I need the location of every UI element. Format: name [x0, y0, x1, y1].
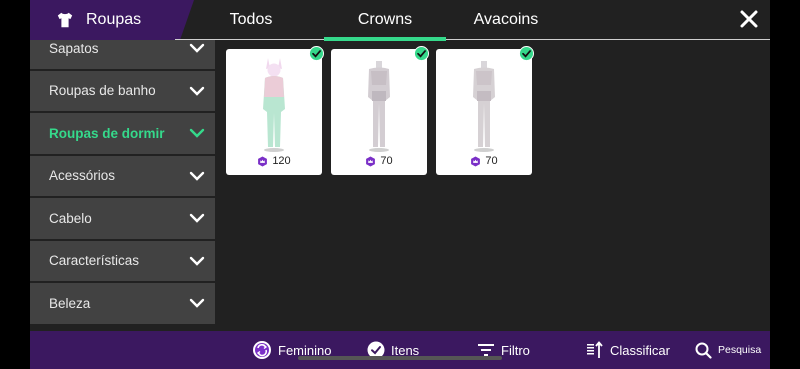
sidebar-item-label: Roupas de dormir — [49, 125, 165, 141]
category-title: Roupas — [86, 11, 142, 28]
sort-icon — [587, 341, 603, 358]
bottom-toolbar: Feminino Itens Filtro Classificar Pesqui… — [30, 331, 770, 369]
sidebar-item-acessorios[interactable]: Acessórios — [30, 155, 215, 196]
sidebar-item-label: Sapatos — [49, 40, 99, 56]
chevron-down-icon — [189, 256, 205, 266]
tab-crowns[interactable]: Crowns — [324, 0, 446, 41]
owned-check-icon — [519, 46, 534, 61]
price-tag: 70 — [331, 155, 427, 167]
chevron-down-icon — [189, 44, 205, 53]
price-value: 70 — [380, 155, 393, 167]
search-button[interactable]: Pesquisa — [695, 340, 761, 360]
bunny-onesie-outfit-image — [263, 58, 285, 152]
crown-coin-icon — [366, 155, 376, 167]
sidebar-item-label: Cabelo — [49, 210, 92, 226]
sleepwear-outfit-image — [473, 61, 495, 152]
chevron-down-icon — [189, 129, 205, 138]
sidebar-item-roupas-de-dormir[interactable]: Roupas de dormir — [30, 113, 215, 154]
sidebar-item-beleza[interactable]: Beleza — [30, 283, 215, 324]
sidebar-item-label: Beleza — [49, 295, 91, 311]
chevron-down-icon — [189, 86, 205, 96]
crown-coin-icon — [471, 155, 481, 167]
category-header[interactable]: Roupas — [30, 0, 194, 40]
shirt-icon — [57, 12, 73, 28]
chevron-down-icon — [189, 171, 205, 181]
sidebar-item-sapatos[interactable]: Sapatos — [30, 40, 215, 69]
sidebar-item-label: Acessórios — [49, 168, 116, 184]
swap-gender-icon — [253, 341, 271, 359]
sort-button[interactable]: Classificar — [586, 340, 670, 360]
price-tag: 70 — [436, 155, 532, 167]
tab-avacoins[interactable]: Avacoins — [445, 0, 567, 40]
price-tag: 120 — [226, 155, 322, 167]
owned-check-icon — [414, 46, 429, 61]
price-value: 120 — [272, 155, 291, 167]
crown-coin-icon — [258, 155, 268, 167]
filter-label: Filtro — [501, 342, 530, 358]
currency-tabs: Todos Crowns Avacoins — [175, 0, 770, 41]
sidebar-item-cabelo[interactable]: Cabelo — [30, 198, 215, 239]
sidebar-item-label: Características — [49, 253, 140, 269]
price-value: 70 — [485, 155, 498, 167]
tab-todos[interactable]: Todos — [190, 0, 312, 40]
chevron-down-icon — [189, 299, 205, 308]
item-card[interactable]: 70 — [331, 46, 429, 175]
scroll-indicator — [298, 356, 502, 360]
sidebar-item-caracteristicas[interactable]: Características — [30, 240, 215, 281]
search-label: Pesquisa — [718, 344, 762, 356]
item-card[interactable]: 70 — [436, 46, 534, 175]
category-sidebar[interactable]: Sapatos Roupas de banho Roupas de dormir… — [30, 40, 215, 324]
shop-window: Roupas Todos Crowns Avacoins Sapatos Rou… — [30, 0, 770, 369]
sort-label: Classificar — [610, 342, 670, 358]
owned-check-icon — [309, 46, 324, 61]
item-card[interactable]: 120 — [226, 46, 324, 175]
sidebar-item-roupas-de-banho[interactable]: Roupas de banho — [30, 70, 215, 111]
sidebar-item-label: Roupas de banho — [49, 83, 156, 99]
search-icon — [695, 342, 712, 359]
chevron-down-icon — [189, 214, 205, 223]
sleepwear-outfit-image — [368, 61, 390, 152]
close-icon[interactable] — [738, 8, 760, 30]
